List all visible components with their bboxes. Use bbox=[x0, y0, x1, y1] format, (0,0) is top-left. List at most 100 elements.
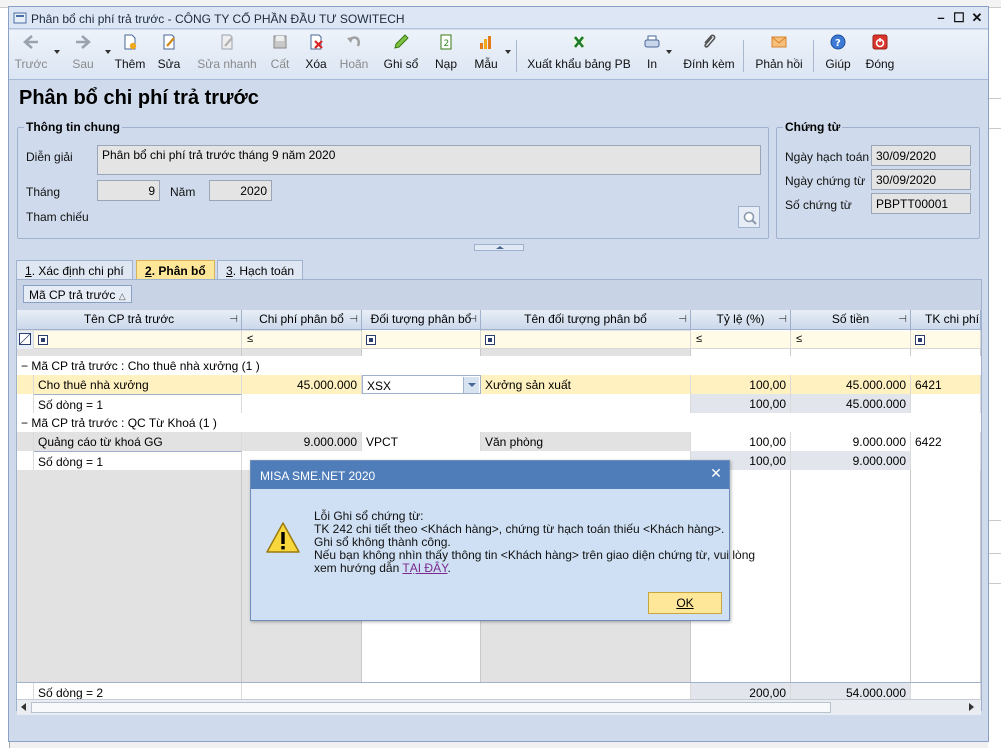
arrow-left-icon bbox=[23, 35, 38, 49]
export-allocation-button[interactable]: Xuất khẩu bảng PB bbox=[527, 33, 631, 77]
col-header-allocation-object[interactable]: Đối tượng phân bổ ⊣ bbox=[362, 310, 481, 330]
group-row[interactable]: − Mã CP trả trước : QC Từ Khoá (1 ) bbox=[17, 413, 981, 432]
filter-amount[interactable]: ≤ bbox=[791, 331, 911, 349]
scroll-thumb[interactable] bbox=[31, 702, 831, 713]
filter-operator-icon bbox=[38, 335, 48, 345]
filter-allocated-cost[interactable]: ≤ bbox=[242, 331, 362, 349]
help-link[interactable]: TẠI ĐÂY bbox=[402, 561, 447, 575]
envelope-icon bbox=[771, 36, 787, 48]
help-button[interactable]: ? Giúp bbox=[823, 33, 853, 77]
post-button[interactable]: Ghi sổ bbox=[383, 33, 419, 77]
pin-icon[interactable]: ⊣ bbox=[229, 310, 238, 329]
dialog-message-line: Lỗi Ghi sổ chứng từ: bbox=[314, 509, 424, 523]
month-input[interactable]: 9 bbox=[97, 180, 160, 201]
pin-icon[interactable]: ⊣ bbox=[898, 310, 907, 329]
template-button[interactable]: Mẫu bbox=[473, 33, 499, 77]
horizontal-scrollbar[interactable] bbox=[17, 699, 981, 715]
filter-rate[interactable]: ≤ bbox=[691, 331, 791, 349]
dialog-message-line: xem hướng dẫn TẠI ĐÂY. bbox=[314, 561, 451, 575]
load-icon: 2 bbox=[440, 34, 452, 50]
new-document-icon bbox=[124, 34, 137, 50]
reference-label: Tham chiếu bbox=[26, 210, 89, 224]
voucher-date-input[interactable]: 30/09/2020 bbox=[871, 169, 971, 190]
pin-icon[interactable]: ⊣ bbox=[349, 310, 358, 329]
prev-dropdown-arrow[interactable] bbox=[54, 50, 60, 54]
sort-asc-icon: △ bbox=[118, 291, 126, 301]
month-label: Tháng bbox=[26, 185, 61, 199]
col-header-object-name[interactable]: Tên đối tượng phân bổ ⊣ bbox=[481, 310, 691, 330]
filter-allocation-object[interactable] bbox=[362, 331, 481, 349]
posting-date-input[interactable]: 30/09/2020 bbox=[871, 145, 971, 166]
panel-splitter[interactable] bbox=[474, 244, 524, 251]
pin-icon[interactable]: ⊣ bbox=[778, 310, 787, 329]
table-row[interactable]: Quảng cáo từ khoá GG 9.000.000 VPCT Văn … bbox=[17, 432, 981, 451]
allocation-object-select[interactable]: XSX bbox=[362, 375, 481, 394]
dialog-message-line: Ghi sổ không thành công. bbox=[314, 535, 451, 549]
collapse-icon[interactable]: − bbox=[21, 416, 31, 430]
attach-button[interactable]: Đính kèm bbox=[681, 33, 737, 77]
tab-accounting[interactable]: 3. Hạch toán bbox=[217, 260, 304, 280]
dialog-title: MISA SME.NET 2020 bbox=[251, 461, 729, 489]
template-dropdown-arrow[interactable] bbox=[505, 50, 511, 54]
filter-object-name[interactable] bbox=[481, 331, 691, 349]
window-titlebar: Phân bổ chi phí trả trước - CÔNG TY CỔ P… bbox=[9, 7, 988, 29]
tab-allocation[interactable]: 2. Phân bổ bbox=[136, 260, 215, 281]
quick-edit-icon bbox=[221, 34, 233, 50]
filter-operator-icon bbox=[366, 335, 376, 345]
edit-button[interactable]: Sửa bbox=[155, 33, 183, 77]
dialog-close-icon[interactable]: ✕ bbox=[709, 466, 723, 480]
group-row[interactable]: − Mã CP trả trước : Cho thuê nhà xưởng (… bbox=[17, 356, 981, 375]
maximize-button[interactable]: ☐ bbox=[951, 10, 967, 26]
voucher-no-input[interactable]: PBPTT00001 bbox=[871, 193, 971, 214]
year-input[interactable]: 2020 bbox=[209, 180, 272, 201]
col-header-cost-name[interactable]: Tên CP trả trước ⊣ bbox=[17, 310, 242, 330]
scroll-right-icon[interactable] bbox=[969, 703, 974, 711]
filter-cost-name[interactable] bbox=[34, 331, 242, 349]
save-button[interactable]: Cất bbox=[267, 33, 293, 77]
chart-template-icon bbox=[480, 36, 491, 49]
window-close-button[interactable]: ✕ bbox=[969, 10, 985, 26]
help-icon: ? bbox=[830, 34, 846, 50]
scroll-left-icon[interactable] bbox=[21, 703, 26, 711]
collapse-icon[interactable]: − bbox=[21, 359, 31, 373]
total-row: Số dòng = 2 200,00 54.000.000 bbox=[17, 682, 981, 700]
group-by-chip[interactable]: Mã CP trả trước △ bbox=[23, 285, 132, 303]
save-icon bbox=[273, 35, 287, 49]
minimize-button[interactable]: – bbox=[933, 10, 949, 26]
chevron-down-icon[interactable] bbox=[463, 377, 479, 393]
feedback-button[interactable]: Phản hồi bbox=[753, 33, 805, 77]
load-button[interactable]: 2 Nạp bbox=[433, 33, 459, 77]
delete-button[interactable]: Xóa bbox=[303, 33, 329, 77]
undo-button[interactable]: Hoãn bbox=[337, 33, 371, 77]
tab-determine-cost[interactable]: 1. Xác định chi phí bbox=[16, 260, 133, 280]
ok-button[interactable]: OK bbox=[648, 592, 722, 614]
pin-icon[interactable]: ⊣ bbox=[468, 310, 477, 329]
col-header-amount[interactable]: Số tiền ⊣ bbox=[791, 310, 911, 330]
year-label: Năm bbox=[170, 185, 196, 199]
col-header-expense-account[interactable]: TK chi phí bbox=[911, 310, 981, 330]
col-header-rate[interactable]: Tỷ lệ (%) ⊣ bbox=[691, 310, 791, 330]
description-input[interactable]: Phân bổ chi phí trả trước tháng 9 năm 20… bbox=[97, 145, 761, 175]
filter-operator-icon bbox=[485, 335, 495, 345]
pin-icon[interactable]: ⊣ bbox=[678, 310, 687, 329]
excel-icon bbox=[573, 36, 585, 48]
quick-edit-button[interactable]: Sửa nhanh bbox=[195, 33, 259, 77]
table-row[interactable]: Cho thuê nhà xưởng 45.000.000 XSX Xưởng … bbox=[17, 375, 981, 394]
voucher-date-label: Ngày chứng từ bbox=[785, 174, 866, 188]
page-title: Phân bổ chi phí trả trước bbox=[19, 87, 259, 109]
close-button[interactable]: Đóng bbox=[863, 33, 897, 77]
next-dropdown-arrow[interactable] bbox=[105, 50, 111, 54]
filter-clear-icon[interactable] bbox=[17, 331, 34, 349]
general-info-group: Thông tin chung Diễn giải Phân bổ chi ph… bbox=[17, 120, 769, 239]
next-button[interactable]: Sau bbox=[65, 33, 101, 77]
filter-expense-account[interactable] bbox=[911, 331, 981, 349]
print-dropdown-arrow[interactable] bbox=[666, 50, 672, 54]
dialog-message-line: TK 242 chi tiết theo <Khách hàng>, chứng… bbox=[314, 522, 725, 536]
reference-search-button[interactable] bbox=[738, 206, 760, 228]
add-button[interactable]: Thêm bbox=[113, 33, 147, 77]
background-app-right bbox=[988, 8, 1001, 748]
general-info-title: Thông tin chung bbox=[24, 120, 122, 134]
print-button[interactable]: In bbox=[641, 33, 663, 77]
col-header-allocated-cost[interactable]: Chi phí phân bổ ⊣ bbox=[242, 310, 362, 330]
prev-button[interactable]: Trước bbox=[13, 33, 49, 77]
